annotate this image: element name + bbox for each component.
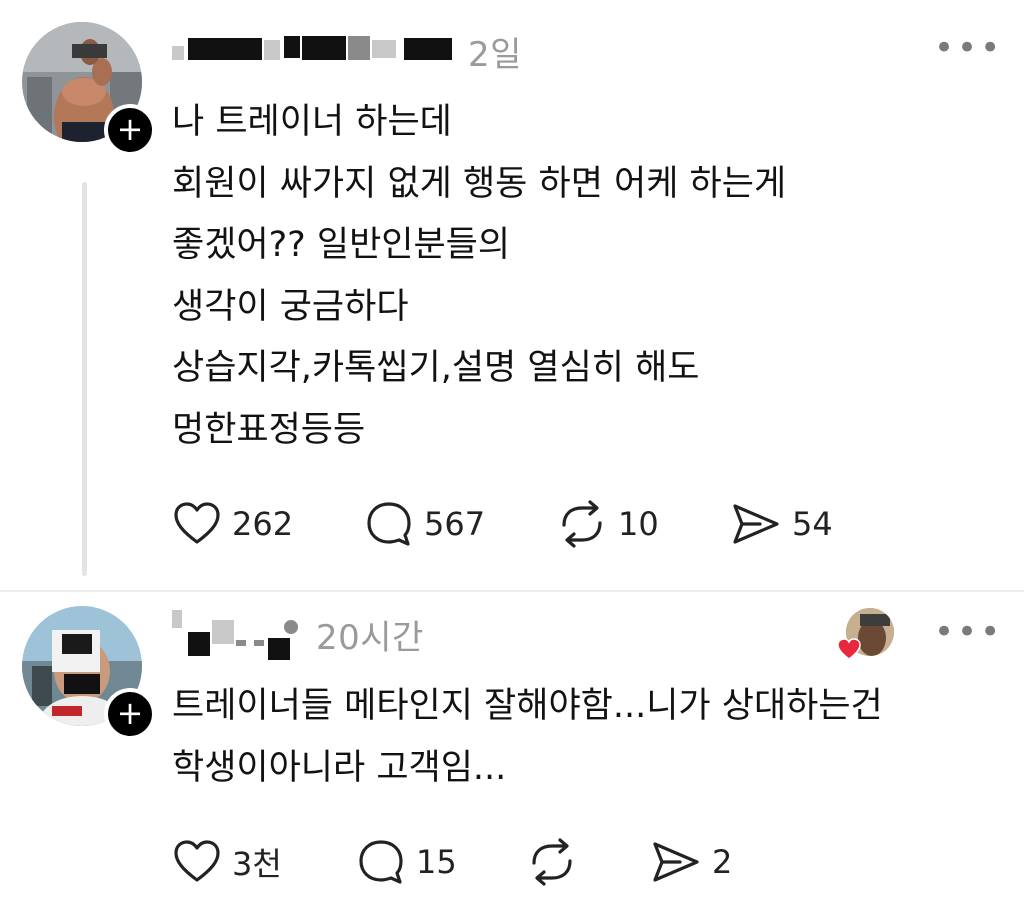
repost-icon <box>562 500 602 548</box>
heart-badge-icon <box>836 636 862 662</box>
reply-button[interactable]: 567 <box>364 494 485 554</box>
follow-button[interactable]: + <box>104 688 156 740</box>
timestamp: 20시간 <box>316 618 424 658</box>
post-2: + 20시간 ••• 트레이너들 메타인지 잘해야함...니가 상대하는건 학생… <box>0 592 1024 912</box>
username-redacted[interactable] <box>172 610 312 660</box>
repost-button[interactable]: 10 <box>556 494 659 554</box>
share-count: 2 <box>712 843 733 881</box>
like-button[interactable]: 3천 <box>172 832 282 892</box>
post-text: 나 트레이너 하는데 회원이 싸가지 없게 행동 하면 어케 하는게 좋겠어??… <box>172 92 786 461</box>
like-button[interactable]: 262 <box>172 494 293 554</box>
post-line: 나 트레이너 하는데 <box>172 102 452 142</box>
share-icon <box>653 842 699 882</box>
more-options-icon[interactable]: ••• <box>934 28 1003 68</box>
post-line: 생각이 궁금하다 <box>172 286 409 327</box>
post-line: 멍한표정등등 <box>172 409 366 450</box>
post-line: 회원이 싸가지 없게 행동 하면 어케 하는게 <box>172 163 787 204</box>
like-count: 3천 <box>232 845 282 883</box>
heart-icon <box>174 502 220 544</box>
post-line: 상습지각,카톡씹기,설명 열심히 해도 <box>172 348 700 388</box>
post-text: 트레이너들 메타인지 잘해야함...니가 상대하는건 학생이아니라 고객임... <box>172 676 883 799</box>
action-bar: 262 567 10 54 <box>172 494 872 554</box>
reply-count: 15 <box>416 843 457 881</box>
repost-button[interactable] <box>526 832 578 892</box>
share-button[interactable]: 2 <box>650 832 732 892</box>
heart-icon <box>174 840 220 882</box>
username-redacted[interactable] <box>172 30 462 64</box>
reply-button[interactable]: 15 <box>356 832 457 892</box>
repost-count: 10 <box>618 505 659 543</box>
action-bar: 3천 15 2 <box>172 832 772 892</box>
timestamp: 2일 <box>468 35 522 75</box>
comment-icon <box>367 502 411 546</box>
share-count: 54 <box>792 505 833 543</box>
more-options-icon[interactable]: ••• <box>934 612 1003 652</box>
post-line: 학생이아니라 고객임... <box>172 747 507 788</box>
reply-count: 567 <box>424 505 486 543</box>
comment-icon <box>359 840 403 884</box>
repost-icon <box>532 838 572 886</box>
share-icon <box>733 504 779 544</box>
share-button[interactable]: 54 <box>730 494 833 554</box>
post-line: 트레이너들 메타인지 잘해야함...니가 상대하는건 <box>172 686 883 726</box>
post-line: 좋겠어?? 일반인분들의 <box>172 225 511 265</box>
like-count: 262 <box>232 505 294 543</box>
post-1: + 2일 ••• 나 트레이너 하는데 회원이 싸가지 없게 행동 하면 어케 … <box>0 0 1024 590</box>
thread-line <box>82 182 87 576</box>
follow-button[interactable]: + <box>104 104 156 156</box>
